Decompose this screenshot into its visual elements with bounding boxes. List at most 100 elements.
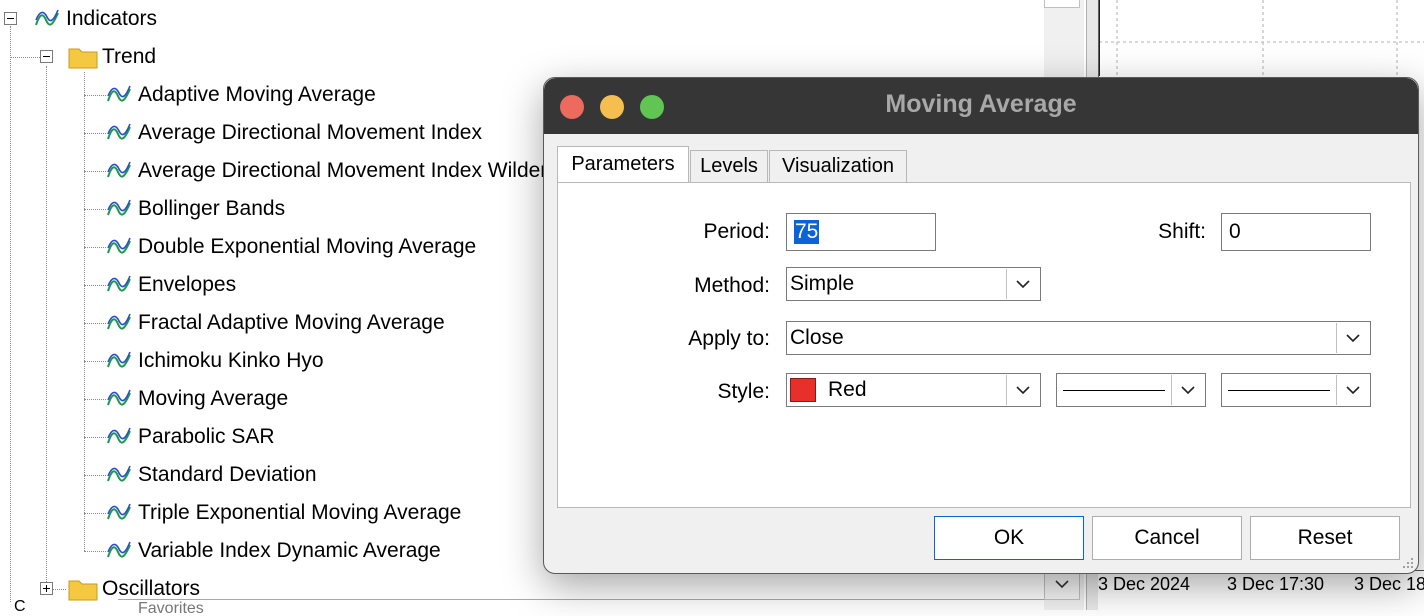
style-color-dropdown-button[interactable] bbox=[1006, 375, 1039, 405]
apply-to-select[interactable]: Close bbox=[786, 321, 1371, 355]
line-style-dropdown-button[interactable] bbox=[1171, 375, 1204, 405]
apply-to-value: Close bbox=[790, 326, 844, 349]
tree-item-fractal-adaptive-moving-average[interactable]: Fractal Adaptive Moving Average bbox=[106, 304, 445, 342]
tree-guide-line bbox=[84, 285, 106, 286]
indicator-wave-icon bbox=[107, 351, 131, 368]
tab-levels[interactable]: Levels bbox=[690, 150, 768, 182]
line-style-select[interactable] bbox=[1056, 373, 1206, 407]
tree-item-label: Adaptive Moving Average bbox=[138, 83, 376, 106]
tree-expand-toggle[interactable] bbox=[40, 582, 53, 595]
period-field[interactable]: 75 bbox=[786, 213, 936, 251]
tree-item-variable-index-dynamic-average[interactable]: Variable Index Dynamic Average bbox=[106, 532, 441, 570]
tree-guide-line bbox=[46, 66, 47, 586]
parameters-panel: Period: 75 Shift: 0 Method: Simple Apply… bbox=[557, 182, 1411, 508]
folder-icon bbox=[68, 48, 98, 69]
scrollbar-up-button[interactable] bbox=[1044, 0, 1080, 8]
apply-to-label: Apply to: bbox=[688, 327, 770, 350]
style-color-name: Red bbox=[828, 378, 867, 401]
tree-item-label: Average Directional Movement Index bbox=[138, 121, 482, 144]
bottom-tab-label[interactable]: C bbox=[14, 598, 26, 616]
shift-field[interactable]: 0 bbox=[1221, 213, 1371, 251]
dialog-titlebar[interactable]: Moving Average bbox=[544, 78, 1418, 134]
tree-node-label: Oscillators bbox=[102, 577, 201, 600]
tree-guide-line bbox=[84, 171, 106, 172]
tab-label: Parameters bbox=[571, 153, 675, 175]
color-swatch bbox=[790, 378, 816, 402]
chevron-down-icon bbox=[1346, 385, 1360, 394]
tree-item-label: Moving Average bbox=[138, 387, 289, 410]
tree-node-trend[interactable]: Trend bbox=[68, 38, 156, 76]
method-select[interactable]: Simple bbox=[786, 267, 1041, 301]
reset-button[interactable]: Reset bbox=[1250, 516, 1400, 560]
tree-item-adx-wilder[interactable]: Average Directional Movement Index Wilde… bbox=[106, 152, 547, 190]
period-value: 75 bbox=[794, 220, 820, 244]
tree-item-ichimoku-kinko-hyo[interactable]: Ichimoku Kinko Hyo bbox=[106, 342, 324, 380]
tree-guide-line bbox=[84, 361, 106, 362]
indicator-wave-icon bbox=[107, 503, 131, 520]
dialog-title: Moving Average bbox=[885, 90, 1077, 118]
method-dropdown-button[interactable] bbox=[1006, 269, 1039, 299]
method-value: Simple bbox=[790, 272, 855, 295]
tree-collapse-toggle[interactable] bbox=[40, 50, 53, 63]
line-width-sample bbox=[1228, 390, 1330, 391]
chevron-down-icon bbox=[1346, 333, 1360, 342]
tree-item-parabolic-sar[interactable]: Parabolic SAR bbox=[106, 418, 275, 456]
line-style-sample bbox=[1063, 390, 1165, 391]
line-width-select[interactable] bbox=[1221, 373, 1371, 407]
resize-grip-icon[interactable] bbox=[1402, 557, 1414, 569]
tab-label: Visualization bbox=[782, 155, 894, 177]
tree-item-label: Variable Index Dynamic Average bbox=[138, 539, 441, 562]
ok-button[interactable]: OK bbox=[934, 516, 1084, 560]
indicator-wave-icon bbox=[107, 161, 131, 178]
time-axis-label: 3 Dec 17:30 bbox=[1227, 574, 1325, 594]
tree-item-triple-exponential-moving-average[interactable]: Triple Exponential Moving Average bbox=[106, 494, 461, 532]
tree-item-adaptive-moving-average[interactable]: Adaptive Moving Average bbox=[106, 76, 376, 114]
apply-to-dropdown-button[interactable] bbox=[1336, 323, 1369, 353]
tree-node-indicators[interactable]: Indicators bbox=[34, 0, 157, 38]
tree-guide-line bbox=[84, 551, 106, 552]
tree-item-standard-deviation[interactable]: Standard Deviation bbox=[106, 456, 317, 494]
tree-guide-line bbox=[84, 133, 106, 134]
tree-item-label: Double Exponential Moving Average bbox=[138, 235, 477, 258]
indicator-wave-icon bbox=[107, 313, 131, 330]
reset-button-label: Reset bbox=[1297, 526, 1353, 549]
style-color-select[interactable]: Red bbox=[786, 373, 1041, 407]
indicator-wave-icon bbox=[107, 389, 131, 406]
tree-guide-line bbox=[84, 209, 106, 210]
tree-guide-line bbox=[10, 57, 40, 58]
indicator-wave-icon bbox=[107, 237, 131, 254]
tree-item-label: Fractal Adaptive Moving Average bbox=[138, 311, 445, 334]
tree-item-double-exponential-moving-average[interactable]: Double Exponential Moving Average bbox=[106, 228, 476, 266]
tree-guide-line bbox=[84, 323, 106, 324]
time-axis-label: 3 Dec 18:00 bbox=[1354, 574, 1424, 594]
tree-item-label: Bollinger Bands bbox=[138, 197, 286, 220]
period-label: Period: bbox=[703, 220, 770, 243]
tree-item-label: Ichimoku Kinko Hyo bbox=[138, 349, 324, 372]
ok-button-label: OK bbox=[993, 526, 1025, 549]
tree-item-moving-average[interactable]: Moving Average bbox=[106, 380, 288, 418]
moving-average-dialog: Moving Average Parameters Levels Visuali… bbox=[543, 77, 1419, 574]
shift-label: Shift: bbox=[1158, 220, 1206, 243]
tree-item-bollinger-bands[interactable]: Bollinger Bands bbox=[106, 190, 285, 228]
method-label: Method: bbox=[694, 274, 770, 297]
chart-time-axis: 3 Dec 2024 3 Dec 17:30 3 Dec 18:00 bbox=[1098, 570, 1424, 611]
line-width-dropdown-button[interactable] bbox=[1336, 375, 1369, 405]
cancel-button[interactable]: Cancel bbox=[1092, 516, 1242, 560]
tab-parameters[interactable]: Parameters bbox=[557, 146, 689, 182]
indicator-wave-icon bbox=[35, 9, 59, 26]
tree-item-envelopes[interactable]: Envelopes bbox=[106, 266, 236, 304]
indicator-wave-icon bbox=[107, 199, 131, 216]
tree-collapse-toggle[interactable] bbox=[4, 12, 17, 25]
bottom-tab-strip[interactable]: Favorites bbox=[118, 599, 1078, 613]
cancel-button-label: Cancel bbox=[1134, 526, 1200, 549]
tree-item-label: Envelopes bbox=[138, 273, 237, 296]
shift-value: 0 bbox=[1229, 220, 1241, 243]
indicator-wave-icon bbox=[107, 465, 131, 482]
tree-item-label: Parabolic SAR bbox=[138, 425, 275, 448]
tab-visualization[interactable]: Visualization bbox=[769, 150, 907, 182]
tree-item-label: Triple Exponential Moving Average bbox=[138, 501, 462, 524]
tree-item-label: Average Directional Movement Index Wilde… bbox=[138, 159, 548, 182]
tree-item-average-directional-movement-index[interactable]: Average Directional Movement Index bbox=[106, 114, 482, 152]
tree-guide-line bbox=[84, 247, 106, 248]
tree-item-label: Standard Deviation bbox=[138, 463, 317, 486]
